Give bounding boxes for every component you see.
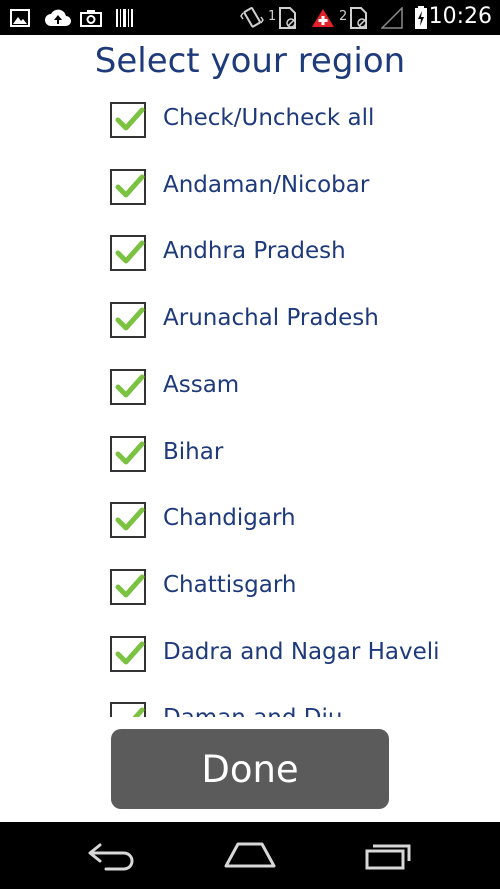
region-row[interactable]: Arunachal Pradesh [0,286,500,352]
region-checkbox[interactable] [110,635,146,672]
signal-icon [381,6,403,29]
region-label: Andhra Pradesh [163,238,346,265]
nav-bar [0,822,500,889]
region-checkbox[interactable] [110,435,146,472]
battery-charging-icon [414,5,428,29]
sim2-icon [349,6,369,29]
checkmark-icon [115,574,145,598]
region-label: Bihar [163,438,224,465]
region-row[interactable]: Assam [0,353,500,419]
region-checkbox[interactable] [110,102,146,138]
region-row[interactable]: Dadra and Nagar Haveli [0,620,500,686]
region-row[interactable]: Chattisgarh [0,553,500,619]
region-label: Andaman/Nicobar [163,171,370,198]
page-title: Select your region [94,41,406,81]
region-row[interactable]: Andaman/Nicobar [0,153,500,219]
region-checkbox[interactable] [110,235,146,272]
region-row[interactable]: Bihar [0,420,500,486]
region-checkbox[interactable] [110,368,146,405]
region-checkbox[interactable] [110,568,146,605]
region-label: Arunachal Pradesh [163,305,379,332]
checkmark-icon [115,107,145,131]
checkmark-icon [115,307,145,331]
region-label: Dadra and Nagar Haveli [163,638,440,665]
recent-apps-icon[interactable] [364,839,414,875]
status-bar: 1 2 10:26 [0,0,500,35]
sim1-label: 1 [268,9,277,24]
region-checkbox[interactable] [110,302,146,339]
checkmark-icon [115,174,145,198]
checkmark-icon [132,707,145,717]
back-icon[interactable] [86,839,136,875]
checkmark-icon [115,507,145,531]
region-row[interactable]: Check/Uncheck all [0,86,500,152]
region-label: Daman and Diu [163,705,342,717]
region-label: Assam [163,371,240,398]
checkmark-icon [115,441,145,464]
gallery-icon [10,7,30,28]
region-row[interactable]: Andhra Pradesh [0,219,500,285]
region-row[interactable]: Chandigarh [0,486,500,552]
region-label: Chandigarh [163,505,296,532]
region-checkbox[interactable] [110,502,146,539]
sim1-icon [278,6,298,29]
region-checkbox[interactable] [110,168,146,205]
home-icon[interactable] [224,839,276,875]
done-button[interactable]: Done [111,729,389,809]
vibrate-icon [240,6,264,28]
region-row[interactable]: Daman and Diu [0,686,500,717]
region-checkbox[interactable] [110,702,146,717]
checkmark-icon [115,240,145,264]
region-list[interactable]: Check/Uncheck all Andaman/Nicobar Andhra P… [0,86,500,717]
checkmark-icon [115,374,145,398]
swiss-flag-icon [311,7,335,28]
status-clock: 10:26 [428,4,492,29]
region-label: Check/Uncheck all [163,105,375,131]
region-label: Chattisgarh [163,571,297,598]
barcode-icon [115,7,135,28]
camera-icon [80,7,102,28]
sim2-label: 2 [339,9,348,24]
cloud-upload-icon [44,7,72,28]
checkmark-icon [115,641,145,665]
